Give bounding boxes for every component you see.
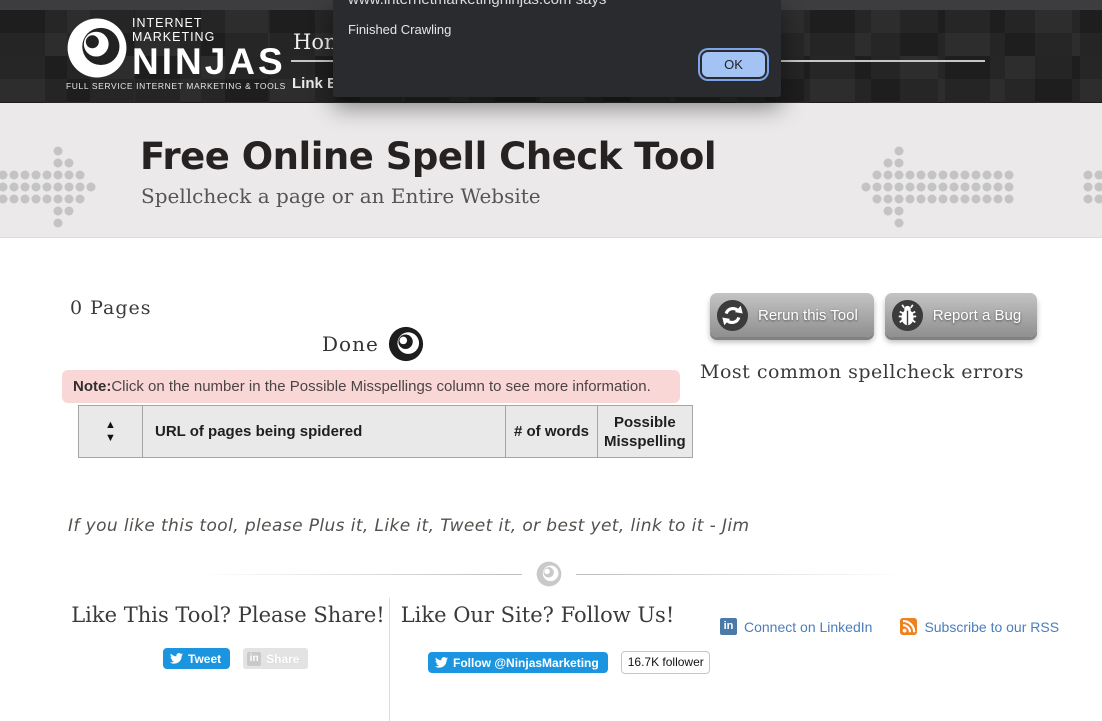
note-label: Note: bbox=[73, 378, 111, 395]
nav-item-link-explorer[interactable]: Link E bbox=[292, 75, 337, 92]
logo-tagline: FULL SERVICE INTERNET MARKETING & TOOLS bbox=[66, 81, 276, 91]
divider-line bbox=[200, 574, 522, 575]
note-banner: Note:Click on the number in the Possible… bbox=[62, 370, 680, 403]
page: INTERNET MARKETING NINJAS FULL SERVICE I… bbox=[0, 0, 1102, 721]
pages-count: 0 Pages bbox=[70, 297, 152, 319]
rerun-tool-label: Rerun this Tool bbox=[758, 307, 858, 324]
browser-alert-dialog: www.internetmarketingninjas.com says Fin… bbox=[333, 0, 781, 97]
section-divider bbox=[200, 560, 905, 588]
table-header-row: ▲ ▼ URL of pages being spidered # of wor… bbox=[79, 406, 693, 458]
common-errors-link[interactable]: Most common spellcheck errors bbox=[700, 361, 1024, 383]
linkedin-connect-link[interactable]: in Connect on LinkedIn bbox=[720, 618, 872, 635]
logo-line2: NINJAS bbox=[132, 44, 286, 80]
site-logo[interactable]: INTERNET MARKETING NINJAS FULL SERVICE I… bbox=[66, 16, 276, 91]
twitter-bird-icon bbox=[435, 657, 448, 668]
words-column-header[interactable]: # of words bbox=[506, 406, 598, 458]
rerun-tool-button[interactable]: Rerun this Tool bbox=[710, 293, 874, 337]
dotted-arrow-right-icon bbox=[0, 145, 98, 229]
bug-icon bbox=[891, 299, 924, 332]
dotted-arrow-left-icon bbox=[860, 145, 1102, 229]
page-subtitle: Spellcheck a page or an Entire Website bbox=[141, 184, 541, 208]
sort-desc-icon[interactable]: ▼ bbox=[79, 432, 142, 445]
followers-count[interactable]: 16.7K follower bbox=[621, 651, 710, 674]
crawl-status: Done bbox=[322, 326, 424, 362]
spinner-swirl-icon bbox=[388, 326, 424, 362]
report-bug-button[interactable]: Report a Bug bbox=[885, 293, 1037, 337]
linkedin-icon: in bbox=[247, 652, 261, 666]
action-buttons: Rerun this Tool Report a Bug bbox=[710, 293, 1037, 337]
ninja-swirl-icon bbox=[66, 17, 128, 79]
social-links: in Connect on LinkedIn Subscribe to our … bbox=[720, 618, 1059, 635]
follow-label: Follow @NinjasMarketing bbox=[453, 656, 599, 670]
share-heading: Like This Tool? Please Share! bbox=[60, 603, 396, 627]
dialog-origin-text: www.internetmarketingninjas.com says bbox=[348, 0, 781, 8]
hero-section: Free Online Spell Check Tool Spellcheck … bbox=[0, 103, 1102, 238]
spider-results-table: ▲ ▼ URL of pages being spidered # of wor… bbox=[78, 405, 693, 458]
sort-column-header[interactable]: ▲ ▼ bbox=[79, 406, 143, 458]
rss-icon bbox=[900, 618, 917, 635]
twitter-follow-button[interactable]: Follow @NinjasMarketing bbox=[428, 652, 608, 673]
logo-line1: INTERNET MARKETING bbox=[132, 16, 286, 44]
misspelling-column-header[interactable]: Possible Misspelling bbox=[598, 406, 693, 458]
rss-subscribe-label: Subscribe to our RSS bbox=[924, 619, 1059, 635]
divider-line bbox=[576, 574, 905, 575]
note-text: Click on the number in the Possible Miss… bbox=[111, 378, 650, 395]
divider-swirl-icon bbox=[536, 561, 562, 587]
author-note: If you like this tool, please Plus it, L… bbox=[68, 516, 749, 536]
share-buttons: Tweet in Share bbox=[163, 648, 308, 669]
tweet-button[interactable]: Tweet bbox=[163, 648, 230, 669]
linkedin-icon: in bbox=[720, 618, 737, 635]
follow-heading: Like Our Site? Follow Us! bbox=[400, 603, 675, 627]
rss-subscribe-link[interactable]: Subscribe to our RSS bbox=[900, 618, 1059, 635]
twitter-bird-icon bbox=[170, 653, 183, 664]
url-column-header[interactable]: URL of pages being spidered bbox=[143, 406, 506, 458]
done-label: Done bbox=[322, 332, 379, 356]
linkedin-share-button[interactable]: in Share bbox=[243, 648, 308, 669]
follow-widgets: Follow @NinjasMarketing 16.7K follower bbox=[428, 651, 710, 674]
report-bug-label: Report a Bug bbox=[933, 307, 1021, 324]
page-title: Free Online Spell Check Tool bbox=[140, 135, 716, 178]
refresh-icon bbox=[716, 299, 749, 332]
linkedin-share-label: Share bbox=[266, 652, 299, 666]
tweet-label: Tweet bbox=[188, 652, 221, 666]
linkedin-connect-label: Connect on LinkedIn bbox=[744, 619, 872, 635]
dialog-message: Finished Crawling bbox=[348, 22, 781, 37]
sort-asc-icon[interactable]: ▲ bbox=[79, 419, 142, 432]
ok-button[interactable]: OK bbox=[702, 52, 765, 77]
